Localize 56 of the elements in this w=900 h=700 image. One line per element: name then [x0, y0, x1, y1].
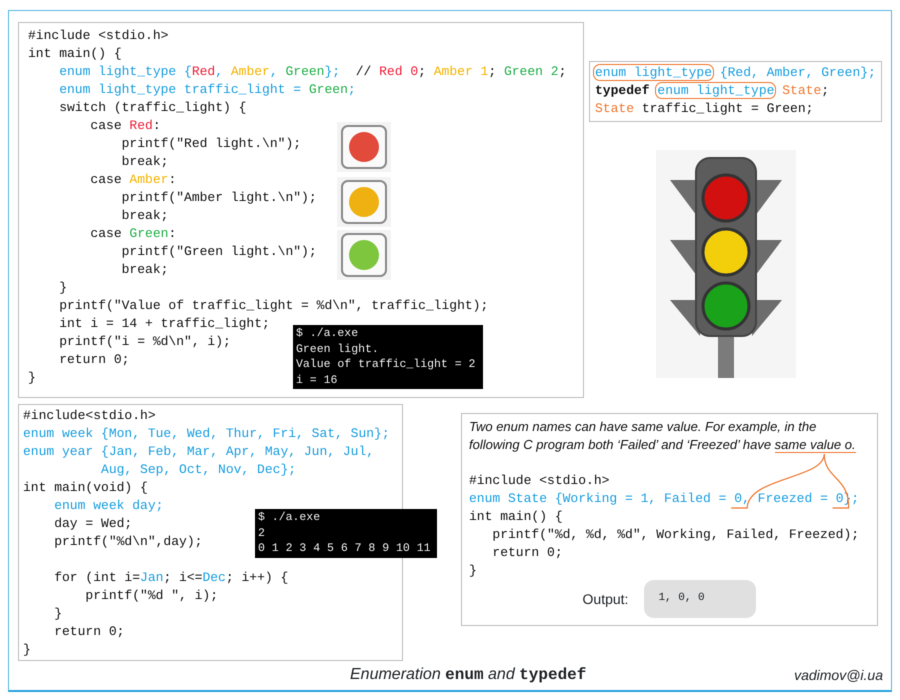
code-line: break; [120, 261, 168, 279]
code-line: return 0; [53, 623, 124, 641]
terminal-line: $ ./a.exe [296, 326, 360, 342]
terminal-line: 0 1 2 3 4 5 6 7 8 9 10 11 [258, 541, 432, 556]
code-line: #include <stdio.h> [469, 472, 610, 490]
code-line: enum light_type traffic_light = Green; [58, 81, 356, 99]
code-line: State traffic_light = Green; [595, 100, 814, 118]
code-line: printf("%d\n",day); [53, 533, 202, 551]
code-line: return 0; [58, 351, 130, 369]
code-line: case Amber: [89, 171, 176, 189]
code-line: day = Wed; [53, 515, 132, 533]
lamp-icon [337, 230, 391, 280]
code-line: printf("Value of traffic_light = %d\n", traffic_light); [58, 297, 488, 315]
code-line: printf("Amber light.\n"); [120, 189, 317, 207]
code-line: break; [120, 207, 168, 225]
code-line: int main(void) { [23, 479, 148, 497]
lamp-icon [337, 177, 391, 227]
code-line: enum year {Jan, Feb, Mar, Apr, May, Jun, Jul, [23, 443, 374, 461]
code-line: break; [120, 153, 168, 171]
code-line: #include <stdio.h> [28, 27, 168, 45]
code-line: return 0; [491, 544, 563, 562]
code-line: enum light_type {Red, Amber, Green}; [595, 64, 876, 82]
note-text: Two enum names can have same value. For example, in the following C program both ‘Failed’ and ‘Freezed’ have same value o. [469, 418, 857, 454]
code-line: #include<stdio.h> [23, 407, 156, 425]
terminal-line: $ ./a.exe [258, 510, 322, 526]
terminal-line: i = 16 [296, 372, 338, 388]
code-line: } [469, 562, 477, 580]
code-line: } [23, 641, 31, 659]
slide-title: Enumeration enum and typedef [350, 665, 586, 686]
terminal-line: Value of traffic_light = 2 [296, 357, 476, 372]
code-line: printf("%d, %d, %d", Working, Failed, Freezed); [491, 526, 860, 544]
code-line: int main() { [28, 45, 122, 63]
code-line: int main() { [469, 508, 563, 526]
code-line: } [28, 369, 36, 387]
code-line: int i = 14 + traffic_light; [58, 315, 270, 333]
code-line: } [53, 605, 62, 623]
code-line: enum week day; [53, 497, 164, 515]
code-line: printf("i = %d\n", i); [58, 333, 231, 351]
code-line: } [58, 279, 68, 297]
output-label: Output: [582, 590, 628, 609]
output-box: 1, 0, 0 [644, 580, 756, 618]
author-email: vadimov@i.ua [794, 666, 883, 684]
code-line: case Red: [89, 117, 161, 135]
code-line: printf("Red light.\n"); [120, 135, 302, 153]
terminal-line: 2 [258, 526, 266, 541]
code-line: switch (traffic_light) { [58, 99, 246, 117]
code-line: enum week {Mon, Tue, Wed, Thur, Fri, Sat, Sun}; [23, 425, 390, 443]
lamp-icon [337, 122, 391, 172]
code-line: printf("Green light.\n"); [120, 243, 317, 261]
code-line: Aug, Sep, Oct, Nov, Dec}; [100, 461, 296, 479]
code-line: case Green: [89, 225, 176, 243]
code-line: enum light_type {Red, Amber, Green}; // Red 0; Amber 1; Green 2; [58, 63, 566, 81]
code-line: typedef enum light_type State; [595, 82, 830, 100]
code-line: for (int i=Jan; i<=Dec; i++) { [53, 569, 288, 587]
code-line: printf("%d ", i); [84, 587, 218, 605]
terminal-line: Green light. [296, 342, 380, 357]
